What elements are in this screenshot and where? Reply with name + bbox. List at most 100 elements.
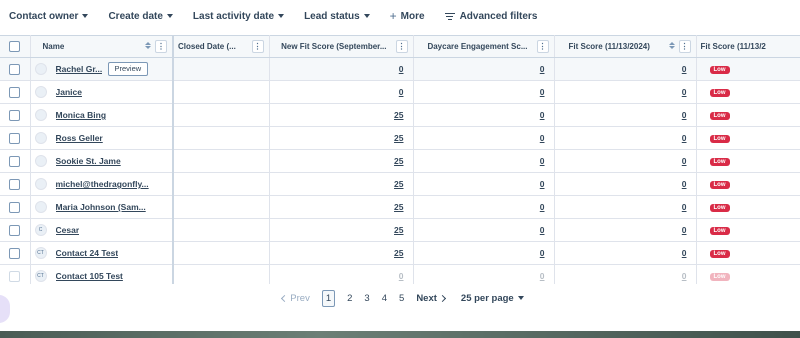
sort-icon[interactable] — [145, 42, 151, 49]
score-link[interactable]: 0 — [540, 248, 545, 258]
table-row[interactable]: Maria Johnson (Sam... 25 0 0 Low — [0, 195, 800, 219]
score-link[interactable]: 0 — [540, 225, 545, 235]
score-link[interactable]: 0 — [540, 271, 545, 281]
header-fit-score-2[interactable]: Fit Score (11/13/2 — [696, 35, 800, 58]
score-link[interactable]: 0 — [682, 156, 687, 166]
row-checkbox[interactable] — [9, 178, 21, 190]
table-row[interactable]: CT Contact 24 Test 25 0 0 Low — [0, 241, 800, 265]
score-link[interactable]: 0 — [682, 64, 687, 74]
contact-name-link[interactable]: Janice — [56, 87, 82, 97]
new-fit-score-cell: 25 — [269, 241, 414, 265]
score-link[interactable]: 25 — [394, 179, 403, 189]
filter-contact-owner[interactable]: Contact owner — [9, 11, 89, 22]
contact-name-link[interactable]: Contact 105 Test — [56, 271, 123, 281]
table-row[interactable]: michel@thedragonfly... 25 0 0 Low — [0, 172, 800, 196]
score-link[interactable]: 0 — [682, 133, 687, 143]
score-link[interactable]: 0 — [682, 271, 687, 281]
row-checkbox[interactable] — [9, 132, 21, 144]
score-link[interactable]: 25 — [394, 133, 403, 143]
score-link[interactable]: 0 — [540, 64, 545, 74]
score-link[interactable]: 0 — [682, 110, 687, 120]
column-menu-icon[interactable]: ⋮ — [678, 40, 691, 53]
contact-name-link[interactable]: Cesar — [56, 225, 80, 235]
column-menu-icon[interactable]: ⋮ — [536, 40, 549, 53]
select-all-checkbox[interactable] — [9, 41, 21, 52]
contact-name-link[interactable]: Ross Geller — [56, 133, 103, 143]
score-link[interactable]: 0 — [682, 248, 687, 258]
score-link[interactable]: 0 — [682, 202, 687, 212]
table-row[interactable]: Janice 0 0 0 Low — [0, 80, 800, 104]
header-closed-date[interactable]: Closed Date (... ⋮ — [173, 35, 270, 58]
score-link[interactable]: 0 — [682, 225, 687, 235]
per-page-dropdown[interactable]: 25 per page — [461, 293, 524, 304]
score-link[interactable]: 0 — [399, 64, 404, 74]
table-row[interactable]: Sookie St. Jame 25 0 0 Low — [0, 149, 800, 173]
page-1-button[interactable]: 1 — [321, 289, 336, 307]
header-fit-score[interactable]: Fit Score (11/13/2024) ⋮ — [554, 35, 697, 58]
status-badge: Low — [709, 227, 730, 235]
row-checkbox[interactable] — [9, 155, 21, 167]
more-filters-button[interactable]: + More — [390, 9, 425, 23]
row-checkbox[interactable] — [9, 224, 21, 236]
caret-down-icon — [363, 14, 370, 18]
advanced-filters-button[interactable]: Advanced filters — [444, 11, 537, 22]
contact-name-link[interactable]: Contact 24 Test — [56, 248, 119, 258]
table-row[interactable]: Monica Bing 25 0 0 Low — [0, 103, 800, 127]
score-link[interactable]: 0 — [399, 87, 404, 97]
fit-score-cell: 0 — [554, 195, 697, 219]
header-new-fit-score[interactable]: New Fit Score (September... ⋮ — [269, 35, 414, 58]
filter-lines-icon — [444, 11, 455, 22]
score-link[interactable]: 25 — [394, 225, 403, 235]
filter-lead-status[interactable]: Lead status — [304, 11, 370, 22]
contact-name-link[interactable]: Maria Johnson (Sam... — [56, 202, 146, 212]
column-menu-icon[interactable]: ⋮ — [155, 40, 167, 53]
contact-name-link[interactable]: michel@thedragonfly... — [56, 179, 149, 189]
score-link[interactable]: 0 — [540, 202, 545, 212]
score-link[interactable]: 25 — [394, 248, 403, 258]
row-checkbox[interactable] — [9, 86, 21, 98]
score-link[interactable]: 0 — [682, 87, 687, 97]
page-5-button[interactable]: 5 — [399, 293, 404, 304]
sort-icon[interactable] — [668, 42, 675, 49]
table-row[interactable]: Ross Geller 25 0 0 Low — [0, 126, 800, 150]
score-link[interactable]: 0 — [540, 87, 545, 97]
row-checkbox[interactable] — [9, 247, 21, 259]
score-link[interactable]: 25 — [394, 202, 403, 212]
page-2-button[interactable]: 2 — [347, 293, 352, 304]
row-checkbox[interactable] — [9, 63, 21, 75]
contact-name-link[interactable]: Monica Bing — [56, 110, 107, 120]
avatar — [34, 155, 47, 167]
status-badge: Low — [709, 89, 730, 97]
next-page-button[interactable]: Next — [416, 293, 451, 304]
table-row[interactable]: Rachel Gr... Preview 0 0 0 Low — [0, 57, 800, 81]
header-name[interactable]: Name ⋮ — [30, 35, 174, 58]
header-daycare-engagement[interactable]: Daycare Engagement Sc... ⋮ — [413, 35, 555, 58]
score-link[interactable]: 0 — [540, 179, 545, 189]
score-link[interactable]: 25 — [394, 156, 403, 166]
row-checkbox[interactable] — [9, 109, 21, 121]
table-row[interactable]: C Cesar 25 0 0 Low — [0, 218, 800, 242]
score-link[interactable]: 0 — [540, 110, 545, 120]
preview-button[interactable]: Preview — [107, 62, 149, 76]
filter-last-activity-date[interactable]: Last activity date — [192, 10, 285, 22]
filter-create-date[interactable]: Create date — [108, 11, 173, 22]
score-link[interactable]: 0 — [540, 133, 545, 143]
new-fit-score-cell: 25 — [269, 218, 414, 242]
column-menu-icon[interactable]: ⋮ — [251, 40, 264, 53]
score-link[interactable]: 25 — [394, 110, 403, 120]
score-link[interactable]: 0 — [399, 271, 404, 281]
filter-label: Last activity date — [192, 10, 275, 22]
prev-page-button[interactable]: Prev — [281, 293, 310, 304]
row-checkbox[interactable] — [9, 270, 21, 282]
score-link[interactable]: 0 — [540, 156, 545, 166]
row-select — [0, 264, 31, 284]
row-checkbox[interactable] — [9, 201, 21, 213]
fit-score-cell: 0 — [554, 103, 697, 127]
contact-name-link[interactable]: Rachel Gr... — [56, 64, 103, 74]
table-row[interactable]: CT Contact 105 Test 0 0 0 Low — [0, 264, 800, 284]
contact-name-link[interactable]: Sookie St. Jame — [56, 156, 121, 166]
page-4-button[interactable]: 4 — [382, 293, 387, 304]
score-link[interactable]: 0 — [682, 179, 687, 189]
column-menu-icon[interactable]: ⋮ — [395, 40, 408, 53]
page-3-button[interactable]: 3 — [364, 293, 369, 304]
